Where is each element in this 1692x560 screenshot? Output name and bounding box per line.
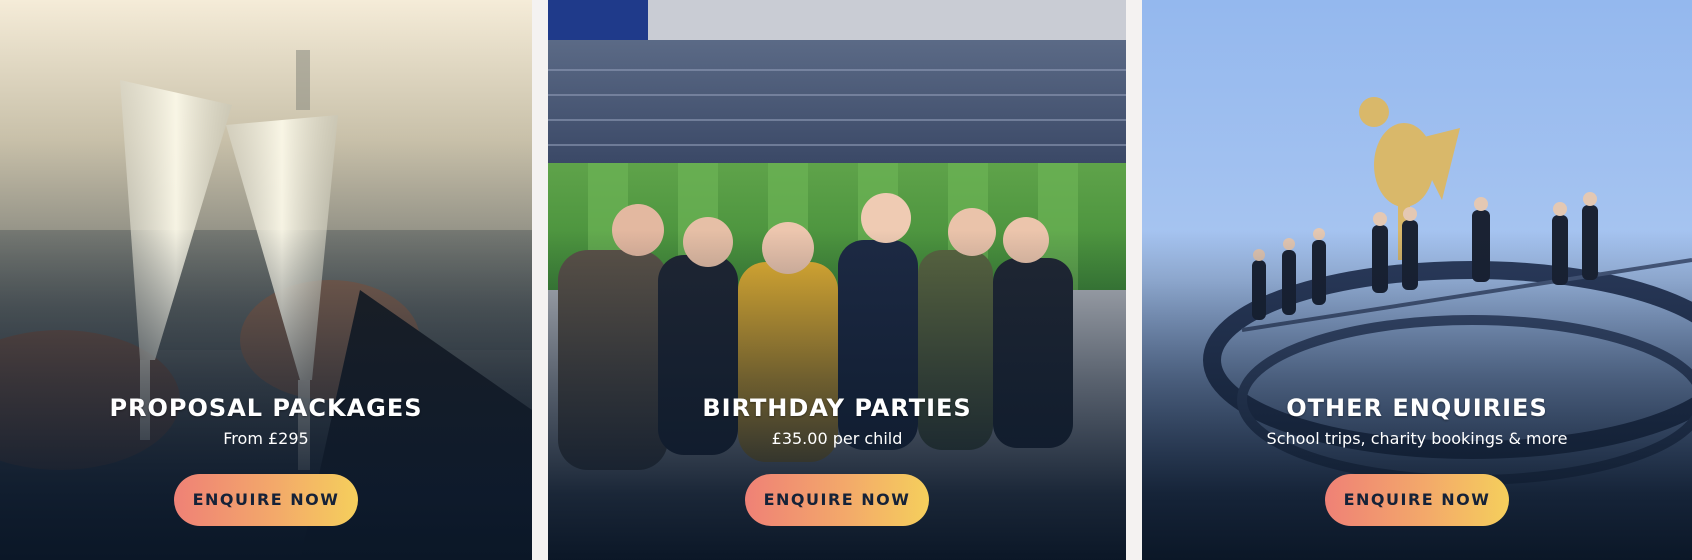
card-birthday-parties: BIRTHDAY PARTIES £35.00 per child ENQUIR… [548,0,1126,560]
card-content: PROPOSAL PACKAGES From £295 ENQUIRE NOW [0,388,532,526]
card-title: PROPOSAL PACKAGES [109,394,423,422]
card-proposal-packages: PROPOSAL PACKAGES From £295 ENQUIRE NOW [0,0,532,560]
card-other-enquiries: OTHER ENQUIRIES School trips, charity bo… [1142,0,1692,560]
enquire-now-button[interactable]: ENQUIRE NOW [1325,474,1509,526]
card-content: BIRTHDAY PARTIES £35.00 per child ENQUIR… [548,388,1126,526]
card-content: OTHER ENQUIRIES School trips, charity bo… [1142,388,1692,526]
enquire-now-button[interactable]: ENQUIRE NOW [174,474,358,526]
card-subtitle: School trips, charity bookings & more [1266,429,1568,448]
enquiry-cards-row: PROPOSAL PACKAGES From £295 ENQUIRE NOW [0,0,1692,560]
card-subtitle: £35.00 per child [771,429,903,448]
enquire-now-button[interactable]: ENQUIRE NOW [745,474,929,526]
card-title: OTHER ENQUIRIES [1286,394,1548,422]
card-title: BIRTHDAY PARTIES [702,394,972,422]
card-subtitle: From £295 [223,429,309,448]
